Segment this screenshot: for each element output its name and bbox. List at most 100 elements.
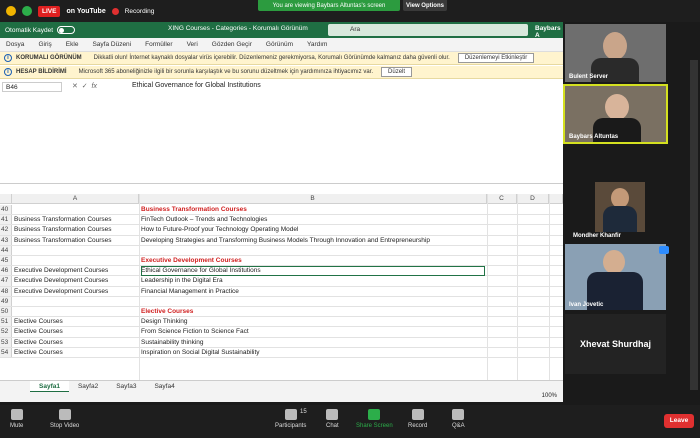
- cell-a[interactable]: Executive Development Courses: [14, 287, 138, 297]
- table-row[interactable]: 53 Elective Courses Sustainability thinkin…: [0, 337, 563, 348]
- search-input[interactable]: Ara: [328, 24, 528, 36]
- row-number[interactable]: 40: [0, 205, 12, 215]
- menu-home[interactable]: Giriş: [38, 41, 51, 48]
- cell-a[interactable]: Business Transformation Courses: [14, 215, 138, 225]
- table-row[interactable]: 41 Business Transformation Courses FinTech…: [0, 215, 563, 226]
- cell-b[interactable]: Design Thinking: [141, 317, 485, 327]
- cell-b[interactable]: From Science Fiction to Science Fact: [141, 327, 485, 337]
- cell-a[interactable]: Elective Courses: [14, 327, 138, 337]
- menu-insert[interactable]: Ekle: [66, 41, 79, 48]
- record-button[interactable]: Record: [408, 409, 427, 429]
- fix-button[interactable]: Düzelt: [381, 67, 413, 77]
- cell-b[interactable]: Developing Strategies and Transforming B…: [141, 236, 485, 246]
- stop-video-button[interactable]: Stop Video: [50, 409, 79, 429]
- more-options-icon[interactable]: [659, 246, 669, 254]
- sheet-tab[interactable]: Sayfa3: [107, 381, 145, 393]
- view-options-button[interactable]: View Options: [403, 0, 447, 11]
- menu-help[interactable]: Yardım: [307, 41, 327, 48]
- column-header[interactable]: B: [139, 194, 487, 204]
- scrollbar[interactable]: [690, 60, 698, 390]
- participant-tile[interactable]: Bulent Server: [565, 24, 666, 82]
- cell-b[interactable]: Sustainability thinking: [141, 338, 485, 348]
- table-row[interactable]: 47 Executive Development Courses Leadershi…: [0, 276, 563, 287]
- row-number[interactable]: 43: [0, 235, 12, 245]
- row-number[interactable]: 46: [0, 266, 12, 276]
- corner-header[interactable]: [0, 194, 12, 204]
- enable-editing-button[interactable]: Düzenlemeyi Etkinleştir: [457, 53, 535, 63]
- cell-a[interactable]: Executive Development Courses: [14, 276, 138, 286]
- participant-tile[interactable]: Baybars Altuntas: [563, 84, 668, 144]
- menu-view[interactable]: Görünüm: [266, 41, 293, 48]
- zoom-info-icon[interactable]: [6, 6, 16, 16]
- table-row[interactable]: 42 Business Transformation Courses How to …: [0, 225, 563, 236]
- column-header[interactable]: C: [487, 194, 517, 204]
- cell-a[interactable]: Business Transformation Courses: [14, 236, 138, 246]
- table-row[interactable]: 46 Executive Development Courses Ethical G…: [0, 266, 563, 277]
- cell-a[interactable]: Business Transformation Courses: [14, 225, 138, 235]
- menu-file[interactable]: Dosya: [6, 41, 24, 48]
- chat-button[interactable]: Chat: [326, 409, 339, 429]
- selected-cell[interactable]: Ethical Governance for Global Institutio…: [141, 266, 485, 277]
- user-name[interactable]: Baybars A: [535, 25, 563, 39]
- row-number[interactable]: 41: [0, 215, 12, 225]
- column-header[interactable]: A: [12, 194, 139, 204]
- row-number[interactable]: 48: [0, 286, 12, 296]
- formula-input[interactable]: Ethical Governance for Global Institutio…: [132, 82, 261, 89]
- table-row[interactable]: 48 Executive Development Courses Financial…: [0, 286, 563, 297]
- menu-data[interactable]: Veri: [187, 41, 198, 48]
- participant-tile[interactable]: [595, 182, 645, 232]
- shield-icon[interactable]: [22, 6, 32, 16]
- share-screen-button[interactable]: Share Screen: [356, 409, 393, 429]
- cell-b[interactable]: Leadership in the Digital Era: [141, 276, 485, 286]
- sheet-tab[interactable]: Sayfa2: [69, 381, 107, 393]
- menu-formulas[interactable]: Formüller: [145, 41, 172, 48]
- sheet-tab[interactable]: Sayfa1: [30, 380, 69, 393]
- autosave-toggle[interactable]: [57, 26, 76, 34]
- menu-page-layout[interactable]: Sayfa Düzeni: [92, 41, 131, 48]
- cell-b[interactable]: Inspiration on Social Digital Sustainabi…: [141, 348, 485, 358]
- qa-button[interactable]: Q&A: [452, 409, 465, 429]
- row-number[interactable]: 50: [0, 307, 12, 317]
- column-header[interactable]: [549, 194, 563, 204]
- table-row[interactable]: 52 Elective Courses From Science Fiction t…: [0, 327, 563, 338]
- cell-a[interactable]: Elective Courses: [14, 338, 138, 348]
- table-row[interactable]: 54 Elective Courses Inspiration on Social …: [0, 347, 563, 358]
- table-row[interactable]: 44: [0, 245, 563, 256]
- spreadsheet-grid[interactable]: A B C D 40 Business Transformation Course…: [0, 194, 563, 380]
- cell-b[interactable]: Executive Development Courses: [141, 256, 485, 266]
- cell-b[interactable]: How to Future-Proof your Technology Oper…: [141, 225, 485, 235]
- table-row[interactable]: 51 Elective Courses Design Thinking: [0, 317, 563, 328]
- cell-b[interactable]: Business Transformation Courses: [141, 205, 485, 215]
- zoom-level[interactable]: 100%: [542, 393, 557, 399]
- cell-a[interactable]: Executive Development Courses: [14, 266, 138, 276]
- leave-button[interactable]: Leave: [664, 414, 694, 428]
- cell-a[interactable]: Elective Courses: [14, 348, 138, 358]
- cell-b[interactable]: Elective Courses: [141, 307, 485, 317]
- table-row[interactable]: 43 Business Transformation Courses Develop…: [0, 235, 563, 246]
- cell-b[interactable]: FinTech Outlook – Trends and Technologie…: [141, 215, 485, 225]
- row-number[interactable]: 51: [0, 317, 12, 327]
- row-number[interactable]: 45: [0, 256, 12, 266]
- table-row[interactable]: 49: [0, 296, 563, 307]
- row-number[interactable]: 42: [0, 225, 12, 235]
- participant-tile[interactable]: Xhevat Shurdhaj: [565, 314, 666, 374]
- table-row[interactable]: 50 Elective Courses: [0, 307, 563, 318]
- name-box[interactable]: B46: [2, 82, 62, 92]
- mute-button[interactable]: Mute: [10, 409, 23, 429]
- row-number[interactable]: 52: [0, 327, 12, 337]
- row-number[interactable]: 47: [0, 276, 12, 286]
- fx-icon[interactable]: ✕ ✓ fx: [72, 82, 97, 90]
- menu-review[interactable]: Gözden Geçir: [212, 41, 252, 48]
- live-badge[interactable]: LIVE: [38, 5, 61, 17]
- row-number[interactable]: 53: [0, 337, 12, 347]
- row-number[interactable]: 49: [0, 296, 12, 306]
- table-row[interactable]: 40 Business Transformation Courses: [0, 205, 563, 216]
- row-number[interactable]: 54: [0, 347, 12, 357]
- participant-tile[interactable]: Ivan Jovetic: [565, 244, 666, 310]
- column-header[interactable]: D: [517, 194, 549, 204]
- cell-b[interactable]: Financial Management in Practice: [141, 287, 485, 297]
- table-row[interactable]: 45 Executive Development Courses: [0, 256, 563, 267]
- sheet-tab[interactable]: Sayfa4: [145, 381, 183, 393]
- cell-a[interactable]: Elective Courses: [14, 317, 138, 327]
- row-number[interactable]: 44: [0, 245, 12, 255]
